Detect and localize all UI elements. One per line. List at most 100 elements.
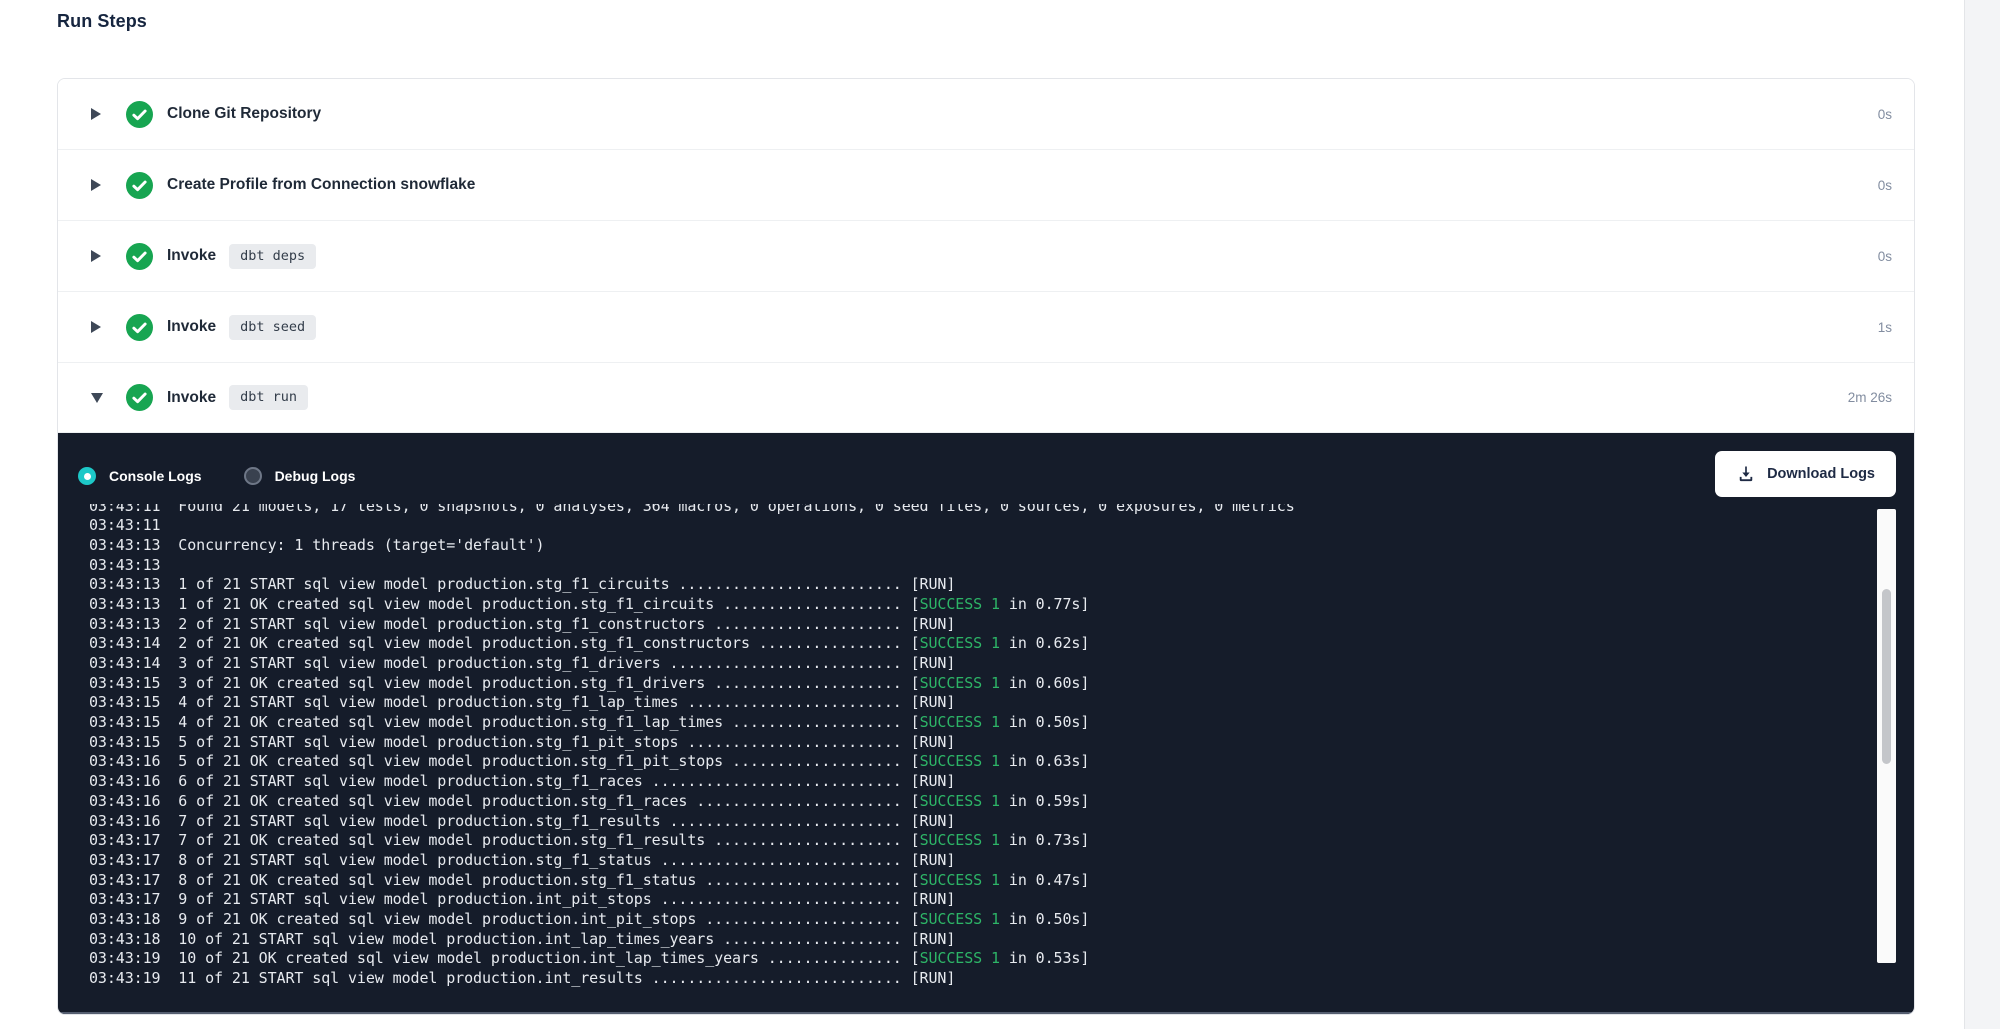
step-label: Create Profile from Connection snowflake bbox=[167, 176, 475, 194]
log-line: 03:43:14 3 of 21 START sql view model pr… bbox=[89, 654, 1764, 674]
log-line: 03:43:19 11 of 21 START sql view model p… bbox=[89, 969, 1764, 989]
step-label: Invoke bbox=[167, 389, 216, 407]
log-type-tabs: Console Logs Debug Logs bbox=[78, 467, 397, 485]
log-success-text: SUCCESS 1 bbox=[920, 871, 1000, 889]
log-text: 03:43:13 2 of 21 START sql view model pr… bbox=[89, 615, 955, 633]
chevron-right-icon[interactable] bbox=[91, 250, 105, 262]
success-check-icon bbox=[126, 172, 153, 199]
log-text: 03:43:19 10 of 21 OK created sql view mo… bbox=[89, 949, 920, 967]
page-title: Run Steps bbox=[57, 11, 147, 32]
log-text: 03:43:19 11 of 21 START sql view model p… bbox=[89, 969, 955, 987]
log-line: 03:43:17 8 of 21 START sql view model pr… bbox=[89, 851, 1764, 871]
log-line: 03:43:15 5 of 21 START sql view model pr… bbox=[89, 733, 1764, 753]
step-row[interactable]: Clone Git Repository 0s bbox=[58, 79, 1914, 150]
log-text: 03:43:17 8 of 21 OK created sql view mod… bbox=[89, 871, 920, 889]
log-text: 03:43:13 Concurrency: 1 threads (target=… bbox=[89, 536, 544, 554]
log-text: 03:43:11 bbox=[89, 516, 160, 534]
chevron-right-icon bbox=[91, 179, 101, 191]
download-logs-button[interactable]: Download Logs bbox=[1715, 451, 1896, 497]
log-line: 03:43:19 10 of 21 OK created sql view mo… bbox=[89, 949, 1764, 969]
run-steps-card: Clone Git Repository0sCreate Profile fro… bbox=[57, 78, 1915, 1015]
success-check-icon bbox=[126, 101, 153, 128]
radio-selected-icon[interactable] bbox=[78, 467, 96, 485]
log-text: 03:43:15 3 of 21 OK created sql view mod… bbox=[89, 674, 920, 692]
chevron-right-icon[interactable] bbox=[91, 179, 105, 191]
log-line: 03:43:17 9 of 21 START sql view model pr… bbox=[89, 890, 1764, 910]
log-text: 03:43:16 6 of 21 OK created sql view mod… bbox=[89, 792, 920, 810]
chevron-right-icon[interactable] bbox=[91, 321, 105, 333]
log-text: 03:43:15 5 of 21 START sql view model pr… bbox=[89, 733, 955, 751]
log-line: 03:43:13 1 of 21 OK created sql view mod… bbox=[89, 595, 1764, 615]
console-scrollbar[interactable] bbox=[1877, 509, 1896, 963]
step-row[interactable]: Invokedbt seed1s bbox=[58, 292, 1914, 363]
step-label: Clone Git Repository bbox=[167, 105, 321, 123]
step-row[interactable]: Create Profile from Connection snowflake… bbox=[58, 150, 1914, 221]
log-line: 03:43:16 6 of 21 OK created sql view mod… bbox=[89, 792, 1764, 812]
step-duration: 2m 26s bbox=[1848, 390, 1892, 405]
log-line: 03:43:16 7 of 21 START sql view model pr… bbox=[89, 812, 1764, 832]
log-success-text: SUCCESS 1 bbox=[920, 949, 1000, 967]
log-line: 03:43:16 6 of 21 START sql view model pr… bbox=[89, 772, 1764, 792]
log-success-text: SUCCESS 1 bbox=[920, 792, 1000, 810]
chevron-right-icon bbox=[91, 108, 101, 120]
log-text: 03:43:11 Found 21 models, 17 tests, 0 sn… bbox=[89, 504, 1295, 515]
log-text: in 0.50s] bbox=[1000, 713, 1089, 731]
log-text: 03:43:14 2 of 21 OK created sql view mod… bbox=[89, 634, 920, 652]
chevron-down-icon bbox=[91, 393, 103, 403]
step-duration: 0s bbox=[1878, 178, 1892, 193]
log-line: 03:43:13 2 of 21 START sql view model pr… bbox=[89, 615, 1764, 635]
console-log-output[interactable]: 03:43:11 Found 21 models, 17 tests, 0 sn… bbox=[89, 504, 1764, 1006]
log-line: 03:43:17 8 of 21 OK created sql view mod… bbox=[89, 871, 1764, 891]
log-success-text: SUCCESS 1 bbox=[920, 713, 1000, 731]
step-command-chip: dbt run bbox=[229, 385, 308, 410]
log-text: 03:43:15 4 of 21 START sql view model pr… bbox=[89, 693, 955, 711]
step-row[interactable]: Invoke dbt deps 0s bbox=[58, 221, 1914, 292]
radio-unselected-icon[interactable] bbox=[244, 467, 262, 485]
log-text: 03:43:16 5 of 21 OK created sql view mod… bbox=[89, 752, 920, 770]
console-scrollbar-thumb[interactable] bbox=[1882, 589, 1891, 764]
success-check-icon bbox=[126, 314, 153, 341]
step-command-chip: dbt deps bbox=[229, 244, 316, 269]
log-text: in 0.50s] bbox=[1000, 910, 1089, 928]
log-text: in 0.59s] bbox=[1000, 792, 1089, 810]
log-text: 03:43:16 6 of 21 START sql view model pr… bbox=[89, 772, 955, 790]
chevron-down-icon[interactable] bbox=[91, 393, 105, 403]
step-row[interactable]: Invoke dbt run 2m 26s bbox=[58, 363, 1914, 433]
step-label: Invoke bbox=[167, 247, 216, 265]
log-text: 03:43:17 8 of 21 START sql view model pr… bbox=[89, 851, 955, 869]
log-text: in 0.62s] bbox=[1000, 634, 1089, 652]
log-text: in 0.63s] bbox=[1000, 752, 1089, 770]
console-log-lines: 03:43:11 Found 21 models, 17 tests, 0 sn… bbox=[89, 504, 1764, 989]
log-success-text: SUCCESS 1 bbox=[920, 674, 1000, 692]
log-text: 03:43:13 bbox=[89, 556, 160, 574]
chevron-right-icon bbox=[91, 321, 101, 333]
log-line: 03:43:13 Concurrency: 1 threads (target=… bbox=[89, 536, 1764, 556]
step-duration: 0s bbox=[1878, 107, 1892, 122]
success-check-icon bbox=[126, 384, 153, 411]
log-tab-label[interactable]: Debug Logs bbox=[275, 468, 356, 484]
log-line: 03:43:18 9 of 21 OK created sql view mod… bbox=[89, 910, 1764, 930]
log-tab-label[interactable]: Console Logs bbox=[109, 468, 202, 484]
log-text: in 0.53s] bbox=[1000, 949, 1089, 967]
log-line: 03:43:15 4 of 21 START sql view model pr… bbox=[89, 693, 1764, 713]
log-success-text: SUCCESS 1 bbox=[920, 831, 1000, 849]
log-line: 03:43:15 3 of 21 OK created sql view mod… bbox=[89, 674, 1764, 694]
download-logs-label: Download Logs bbox=[1767, 466, 1875, 482]
run-steps-list: Clone Git Repository0sCreate Profile fro… bbox=[58, 79, 1914, 433]
step-duration: 0s bbox=[1878, 249, 1892, 264]
success-check-icon bbox=[126, 243, 153, 270]
log-success-text: SUCCESS 1 bbox=[920, 634, 1000, 652]
log-success-text: SUCCESS 1 bbox=[920, 910, 1000, 928]
log-line: 03:43:17 7 of 21 OK created sql view mod… bbox=[89, 831, 1764, 851]
chevron-right-icon[interactable] bbox=[91, 108, 105, 120]
log-line: 03:43:14 2 of 21 OK created sql view mod… bbox=[89, 634, 1764, 654]
log-line: 03:43:15 4 of 21 OK created sql view mod… bbox=[89, 713, 1764, 733]
log-line: 03:43:11 Found 21 models, 17 tests, 0 sn… bbox=[89, 504, 1764, 516]
log-text: 03:43:13 1 of 21 OK created sql view mod… bbox=[89, 595, 920, 613]
log-text: in 0.60s] bbox=[1000, 674, 1089, 692]
console-panel: Console Logs Debug Logs Download Logs 03:… bbox=[58, 433, 1914, 1014]
log-text: 03:43:17 7 of 21 OK created sql view mod… bbox=[89, 831, 920, 849]
log-text: 03:43:14 3 of 21 START sql view model pr… bbox=[89, 654, 955, 672]
log-line: 03:43:18 10 of 21 START sql view model p… bbox=[89, 930, 1764, 950]
log-success-text: SUCCESS 1 bbox=[920, 595, 1000, 613]
